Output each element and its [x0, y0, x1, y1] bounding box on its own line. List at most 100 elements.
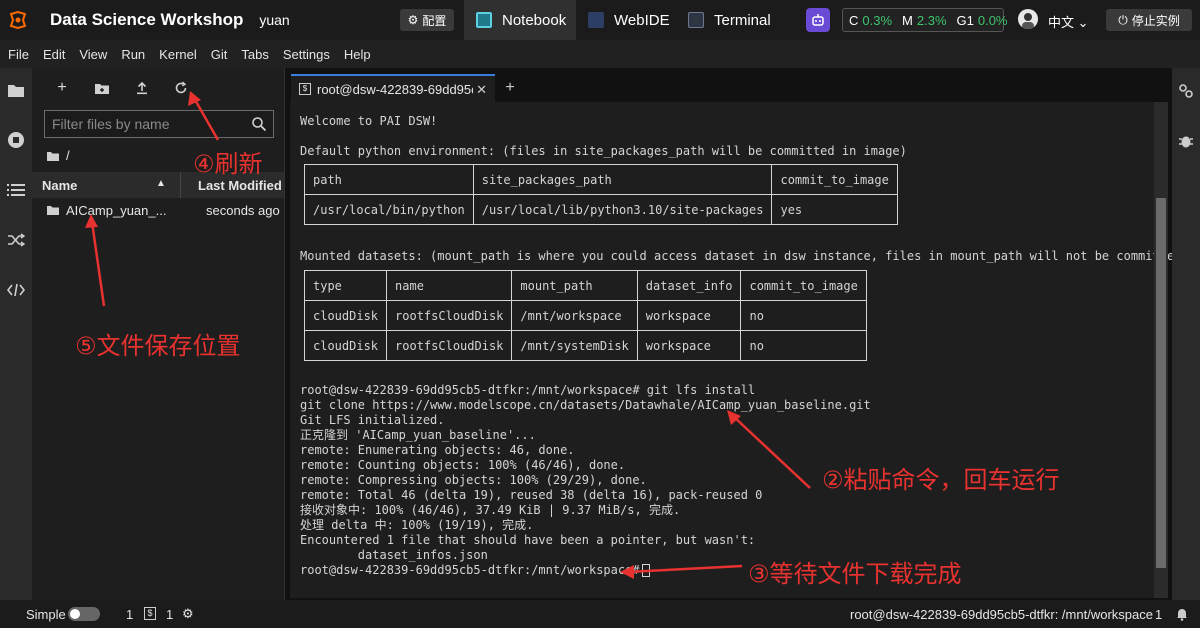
- table-cell: workspace: [636, 330, 742, 361]
- status-count: 1: [1155, 607, 1163, 622]
- new-folder-icon: [95, 83, 109, 94]
- terminal-icon[interactable]: $: [144, 607, 156, 620]
- shuffle-icon[interactable]: [6, 230, 26, 250]
- table-cell: commit_to_image: [771, 164, 898, 195]
- running-kernels-icon[interactable]: [6, 130, 26, 150]
- menu-git[interactable]: Git: [211, 47, 228, 62]
- menu-run[interactable]: Run: [121, 47, 145, 62]
- scrollbar-thumb[interactable]: [1156, 198, 1166, 568]
- table-cell: workspace: [636, 300, 742, 331]
- menu-tabs[interactable]: Tabs: [241, 47, 268, 62]
- terminal-cursor: [641, 564, 650, 577]
- terminal-scrollbar[interactable]: [1154, 102, 1168, 598]
- search-icon[interactable]: [251, 116, 267, 132]
- dataset-table: type name mount_path dataset_info commit…: [303, 270, 867, 361]
- close-icon[interactable]: ✕: [476, 82, 487, 98]
- table-cell: rootfsCloudDisk: [386, 300, 513, 331]
- config-button[interactable]: ⚙ 配置: [400, 9, 454, 31]
- menu-help[interactable]: Help: [344, 47, 371, 62]
- terminal-output[interactable]: Welcome to PAI DSW! Default python envir…: [290, 102, 1200, 598]
- notebook-icon: [476, 12, 492, 28]
- status-path: root@dsw-422839-69dd95cb5-dtfkr: /mnt/wo…: [850, 607, 1153, 622]
- terminal-line: Encountered 1 file that should have been…: [300, 533, 756, 547]
- filter-files-input[interactable]: [45, 111, 245, 137]
- table-cell: /usr/local/bin/python: [304, 194, 474, 225]
- column-name[interactable]: Name: [42, 178, 77, 193]
- terminal-line: dataset_infos.json: [300, 548, 488, 562]
- list-item[interactable]: AICamp_yuan_... seconds ago: [32, 200, 284, 222]
- kernel-count: 1: [126, 607, 134, 622]
- table-cell: path: [304, 164, 474, 195]
- column-last-modified[interactable]: Last Modified: [198, 178, 282, 193]
- folder-icon[interactable]: [6, 80, 26, 100]
- activity-bar: [0, 68, 32, 600]
- webide-icon: [588, 12, 604, 28]
- resource-monitor[interactable]: C 0.3% M 2.3% G1 0.0%: [842, 8, 1008, 32]
- assistant-robot-icon[interactable]: [806, 8, 830, 32]
- bell-icon[interactable]: [1176, 607, 1188, 624]
- language-selector[interactable]: 中文 ⌄: [1048, 12, 1089, 31]
- table-cell: /mnt/workspace: [511, 300, 638, 331]
- annotation-paste-command: ②粘贴命令，回车运行: [822, 466, 1060, 494]
- upload-icon: [137, 81, 147, 95]
- table-cell: yes: [771, 194, 898, 225]
- terminal-line: remote: Compressing objects: 100% (29/29…: [300, 473, 647, 487]
- table-cell: /mnt/systemDisk: [511, 330, 638, 361]
- menu-bar: File Edit View Run Kernel Git Tabs Setti…: [0, 40, 1200, 68]
- app-logo-icon[interactable]: [0, 0, 36, 40]
- gear-icon[interactable]: ⚙: [182, 606, 194, 622]
- app-title: Data Science Workshop: [50, 10, 244, 29]
- terminal-line: 处理 delta 中: 100% (19/19), 完成.: [300, 518, 534, 532]
- tab-terminal-session[interactable]: $ root@dsw-422839-69dd95cb ✕: [291, 74, 495, 102]
- tab-notebook[interactable]: Notebook: [464, 0, 576, 40]
- power-icon: ⏻: [1118, 12, 1128, 27]
- plus-icon: +: [505, 79, 515, 96]
- simple-mode-toggle[interactable]: [68, 607, 100, 621]
- folder-icon[interactable]: [46, 150, 60, 162]
- debugger-bug-icon[interactable]: [1177, 132, 1195, 155]
- avatar[interactable]: [1018, 9, 1038, 29]
- menu-settings[interactable]: Settings: [283, 47, 330, 62]
- table-cell: cloudDisk: [303, 330, 388, 361]
- table-cell: dataset_info: [636, 270, 742, 301]
- table-cell: type: [303, 270, 388, 301]
- top-bar: Data Science Workshop yuan ⚙ 配置 Notebook…: [0, 0, 1200, 40]
- tab-terminal[interactable]: Terminal: [676, 0, 782, 40]
- simple-mode-label: Simple: [26, 607, 66, 622]
- sort-up-icon[interactable]: ▲: [156, 178, 166, 189]
- code-icon[interactable]: [6, 280, 26, 300]
- terminal-line: Default python environment: (files in si…: [300, 144, 907, 158]
- plus-icon: +: [57, 79, 67, 96]
- terminal-line: Git LFS initialized.: [300, 413, 445, 427]
- terminal-prompt: root@dsw-422839-69dd95cb5-dtfkr:/mnt/wor…: [300, 563, 640, 577]
- stop-instance-button[interactable]: ⏻ 停止实例: [1106, 9, 1192, 31]
- column-divider[interactable]: [180, 172, 181, 198]
- tab-webide[interactable]: WebIDE: [576, 0, 676, 40]
- new-folder-button[interactable]: [92, 78, 112, 98]
- menu-edit[interactable]: Edit: [43, 47, 65, 62]
- terminal-line: remote: Counting objects: 100% (46/46), …: [300, 458, 626, 472]
- terminal-icon: [688, 12, 704, 28]
- table-cell: /usr/local/lib/python3.10/site-packages: [472, 194, 773, 225]
- terminal-line: 正克隆到 'AICamp_yuan_baseline'...: [300, 428, 536, 442]
- menu-view[interactable]: View: [79, 47, 107, 62]
- menu-kernel[interactable]: Kernel: [159, 47, 197, 62]
- table-cell: no: [740, 330, 867, 361]
- menu-file[interactable]: File: [8, 47, 29, 62]
- add-tab-button[interactable]: +: [497, 74, 523, 102]
- table-cell: name: [386, 270, 513, 301]
- terminal-line: root@dsw-422839-69dd95cb5-dtfkr:/mnt/wor…: [300, 383, 756, 397]
- terminal-prompt-line: root@dsw-422839-69dd95cb5-dtfkr:/mnt/wor…: [300, 563, 650, 578]
- file-name: AICamp_yuan_...: [66, 203, 167, 218]
- terminal-line: git clone https://www.modelscope.cn/data…: [300, 398, 871, 412]
- refresh-button[interactable]: [171, 78, 191, 98]
- breadcrumb-root[interactable]: /: [66, 148, 70, 163]
- new-launcher-button[interactable]: +: [52, 78, 72, 98]
- table-cell: commit_to_image: [740, 270, 867, 301]
- terminal-line: 接收对象中: 100% (46/46), 37.49 KiB | 9.37 Mi…: [300, 503, 681, 517]
- list-icon[interactable]: [6, 180, 26, 200]
- annotation-wait-download: ③等待文件下载完成: [748, 560, 962, 588]
- upload-button[interactable]: [132, 78, 152, 98]
- property-inspector-icon[interactable]: [1177, 82, 1195, 105]
- refresh-icon: [175, 81, 187, 94]
